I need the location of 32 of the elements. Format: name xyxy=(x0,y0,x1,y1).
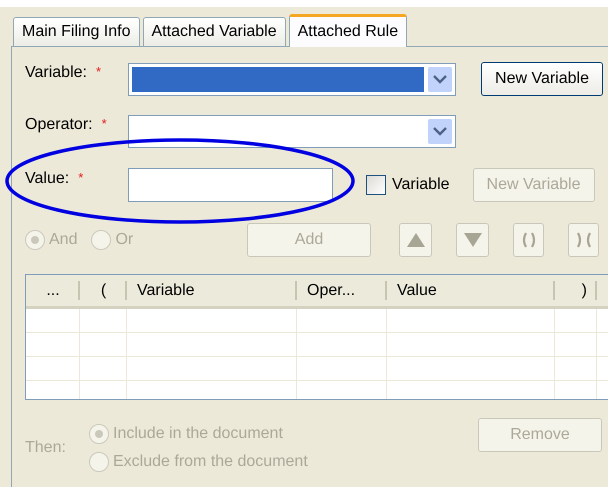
checkbox-label: Variable xyxy=(392,176,450,194)
parentheses-icon xyxy=(520,232,536,248)
variable-label: Variable: xyxy=(25,64,87,82)
down-triangle-icon xyxy=(464,233,482,247)
radio-label: And xyxy=(49,231,78,249)
new-variable-button[interactable]: New Variable xyxy=(481,62,603,96)
parentheses-icon xyxy=(576,232,592,248)
tab[interactable]: Attached Variable xyxy=(142,17,286,46)
variable-dropdown[interactable] xyxy=(128,62,456,96)
column-header[interactable]: Oper... xyxy=(297,275,387,306)
radio-label: Or xyxy=(115,231,134,249)
column-header[interactable]: ... xyxy=(26,275,80,306)
operator-label: Operator: xyxy=(25,116,93,134)
tab[interactable]: Attached Rule xyxy=(288,14,408,47)
required-marker: * xyxy=(102,116,107,131)
up-triangle-icon xyxy=(406,233,424,247)
value-field[interactable] xyxy=(128,168,333,202)
radio-label: Exclude from the document xyxy=(113,453,308,471)
value-label: Value: xyxy=(25,170,70,188)
tab[interactable]: Main Filing Info xyxy=(13,17,140,46)
then-label: Then: xyxy=(25,439,67,457)
checkbox[interactable] xyxy=(366,175,386,195)
chevron-down-icon xyxy=(433,74,447,84)
column-header[interactable]: Value xyxy=(387,275,555,306)
chevron-down-icon xyxy=(433,126,447,136)
column-header[interactable]: Variable xyxy=(127,275,297,306)
column-header[interactable]: ( xyxy=(80,275,127,306)
required-marker: * xyxy=(78,170,84,185)
radio-label: Include in the document xyxy=(113,425,283,443)
required-marker: * xyxy=(96,64,102,79)
operator-dropdown[interactable] xyxy=(128,114,456,148)
column-header[interactable]: ) xyxy=(555,275,597,306)
